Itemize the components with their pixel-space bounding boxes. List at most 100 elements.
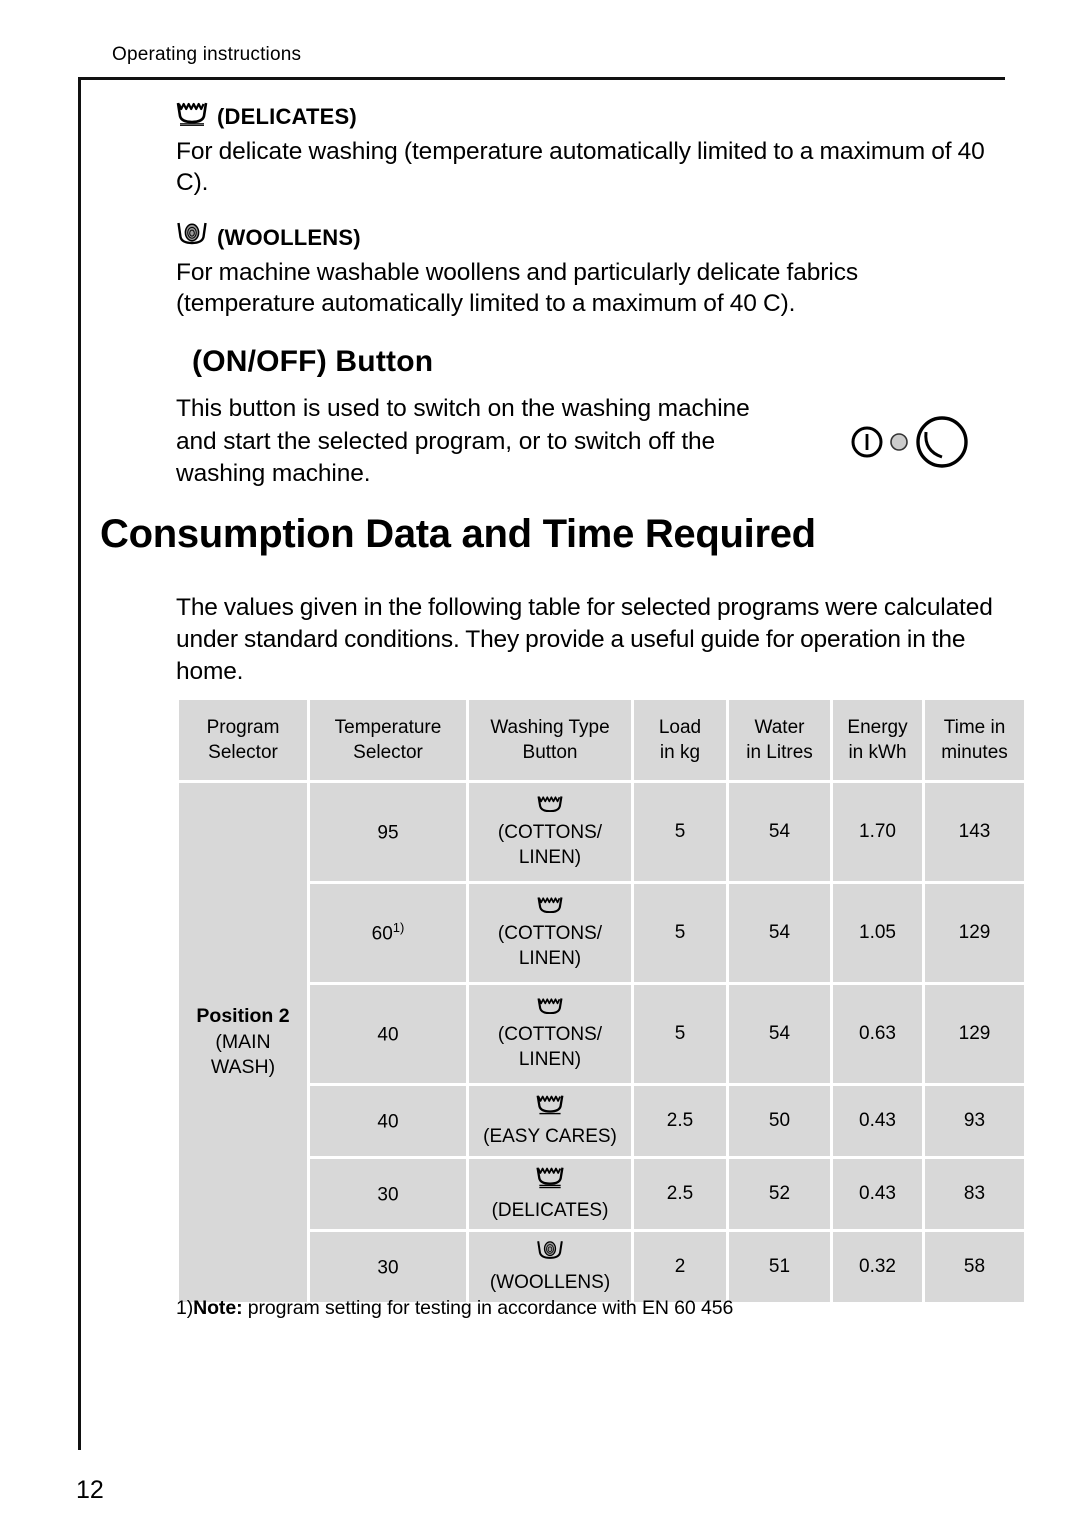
energy-cell: 0.43 xyxy=(833,1086,922,1156)
temperature-value: 30 xyxy=(377,1257,399,1279)
load-cell: 2.5 xyxy=(634,1159,726,1229)
woollens-heading: (WOOLLENS) xyxy=(176,221,986,253)
energy-cell: 1.70 xyxy=(833,783,922,881)
program-selector-cell: Position 2 (MAIN WASH) xyxy=(179,783,307,1302)
water-cell: 51 xyxy=(729,1232,830,1302)
washing-type-cell: (EASY CARES) xyxy=(469,1086,631,1156)
load-cell: 5 xyxy=(634,985,726,1083)
load-cell: 2.5 xyxy=(634,1086,726,1156)
wash-tub-woollens-icon xyxy=(176,221,208,253)
woollens-heading-label: (WOOLLENS) xyxy=(217,224,361,250)
column-header-washing-type-button: Washing Type Button xyxy=(469,700,631,780)
running-header: Operating instructions xyxy=(112,44,302,65)
water-cell: 50 xyxy=(729,1086,830,1156)
wash-tub-cottons-icon xyxy=(469,895,631,920)
temperature-cell: 601) xyxy=(310,884,466,982)
column-header-line1: Washing Type xyxy=(490,716,610,738)
column-header-line2: in Litres xyxy=(746,742,813,763)
onoff-section: This button is used to switch on the was… xyxy=(176,393,986,490)
column-header-line2: minutes xyxy=(941,742,1008,763)
column-header-line2: in kWh xyxy=(848,742,907,763)
footnote-marker: 1) xyxy=(176,1297,194,1319)
onoff-heading: (ON/OFF) Button xyxy=(192,345,434,379)
temperature-cell: 95 xyxy=(310,783,466,881)
column-header-line1: Water xyxy=(754,716,805,738)
wash-tub-cottons-icon xyxy=(469,996,631,1021)
wash-tub-cottons-icon xyxy=(469,794,631,819)
energy-cell: 1.05 xyxy=(833,884,922,982)
temperature-value: 40 xyxy=(377,1024,399,1046)
time-cell: 93 xyxy=(925,1086,1024,1156)
column-header-temperature-selector: Temperature Selector xyxy=(310,700,466,780)
table-row: Position 2 (MAIN WASH) 95 (COTTONS/ LINE… xyxy=(179,783,1024,1302)
washing-type-cell: (COTTONS/ LINEN) xyxy=(469,884,631,982)
program-position-title: Position 2 xyxy=(196,1004,290,1027)
wash-tub-delicates-icon xyxy=(176,100,208,132)
content-column: (DELICATES) For delicate washing (temper… xyxy=(176,100,986,490)
wash-tub-easycares-icon xyxy=(469,1093,631,1122)
delicates-body: For delicate washing (temperature automa… xyxy=(176,138,985,197)
time-cell: 143 xyxy=(925,783,1024,881)
load-cell: 5 xyxy=(634,783,726,881)
column-header-line2: in kg xyxy=(659,742,701,763)
temperature-cell: 30 xyxy=(310,1159,466,1229)
column-header-line1: Program xyxy=(206,716,280,738)
left-margin-rule xyxy=(78,77,81,1450)
time-cell: 58 xyxy=(925,1232,1024,1302)
chapter-intro: The values given in the following table … xyxy=(176,594,993,685)
washing-type-label: (DELICATES) xyxy=(491,1199,609,1221)
energy-cell: 0.32 xyxy=(833,1232,922,1302)
column-header-line1: Energy xyxy=(847,716,908,738)
table-footnote: 1)Note: program setting for testing in a… xyxy=(176,1297,733,1320)
washing-type-cell: (COTTONS/ LINEN) xyxy=(469,783,631,881)
washing-type-label: (EASY CARES) xyxy=(483,1125,617,1147)
temperature-value: 30 xyxy=(377,1184,399,1206)
header-rule xyxy=(78,77,1005,80)
temperature-value: 40 xyxy=(377,1111,399,1133)
washing-type-cell: (COTTONS/ LINEN) xyxy=(469,985,631,1083)
column-header-line1: Temperature xyxy=(334,716,442,738)
column-header-time: Time in minutes xyxy=(925,700,1024,780)
onoff-body: This button is used to switch on the was… xyxy=(176,395,750,488)
water-cell: 54 xyxy=(729,884,830,982)
column-header-line2: Selector xyxy=(353,742,423,763)
wash-tub-woollens-icon xyxy=(469,1239,631,1268)
program-position-sub-line1: (MAIN xyxy=(215,1030,271,1053)
washing-type-label: (WOOLLENS) xyxy=(489,1271,611,1293)
temperature-value: 60 xyxy=(371,923,393,945)
column-header-line2: Button xyxy=(522,742,578,763)
column-header-water: Water in Litres xyxy=(729,700,830,780)
temperature-value: 95 xyxy=(377,822,399,844)
onoff-button-illustration xyxy=(850,411,968,478)
page-number: 12 xyxy=(76,1476,104,1504)
water-cell: 52 xyxy=(729,1159,830,1229)
washing-type-label: (COTTONS/ LINEN) xyxy=(497,922,603,970)
time-cell: 129 xyxy=(925,985,1024,1083)
load-cell: 2 xyxy=(634,1232,726,1302)
footnote-label: Note: xyxy=(193,1297,243,1319)
washing-type-cell: (WOOLLENS) xyxy=(469,1232,631,1302)
column-header-load: Load in kg xyxy=(634,700,726,780)
temperature-cell: 40 xyxy=(310,1086,466,1156)
footnote-text: program setting for testing in accordanc… xyxy=(242,1297,734,1319)
washing-type-label: (COTTONS/ LINEN) xyxy=(497,821,603,869)
temperature-cell: 40 xyxy=(310,985,466,1083)
column-header-energy: Energy in kWh xyxy=(833,700,922,780)
washing-type-label: (COTTONS/ LINEN) xyxy=(497,1023,603,1071)
delicates-heading: (DELICATES) xyxy=(176,100,986,132)
page-title: Consumption Data and Time Required xyxy=(100,512,816,556)
column-header-line2: Selector xyxy=(208,742,278,763)
wash-tub-delicates-icon xyxy=(469,1165,631,1196)
woollens-body: For machine washable woollens and partic… xyxy=(176,258,858,318)
table-header-row: Program Selector Temperature Selector Wa… xyxy=(179,700,1024,780)
column-header-program-selector: Program Selector xyxy=(179,700,307,780)
column-header-line1: Time in xyxy=(943,716,1006,738)
time-cell: 83 xyxy=(925,1159,1024,1229)
column-header-line1: Load xyxy=(658,716,702,738)
water-cell: 54 xyxy=(729,783,830,881)
temperature-cell: 30 xyxy=(310,1232,466,1302)
program-position-sub-line2: WASH) xyxy=(210,1056,276,1079)
load-cell: 5 xyxy=(634,884,726,982)
time-cell: 129 xyxy=(925,884,1024,982)
energy-cell: 0.43 xyxy=(833,1159,922,1229)
